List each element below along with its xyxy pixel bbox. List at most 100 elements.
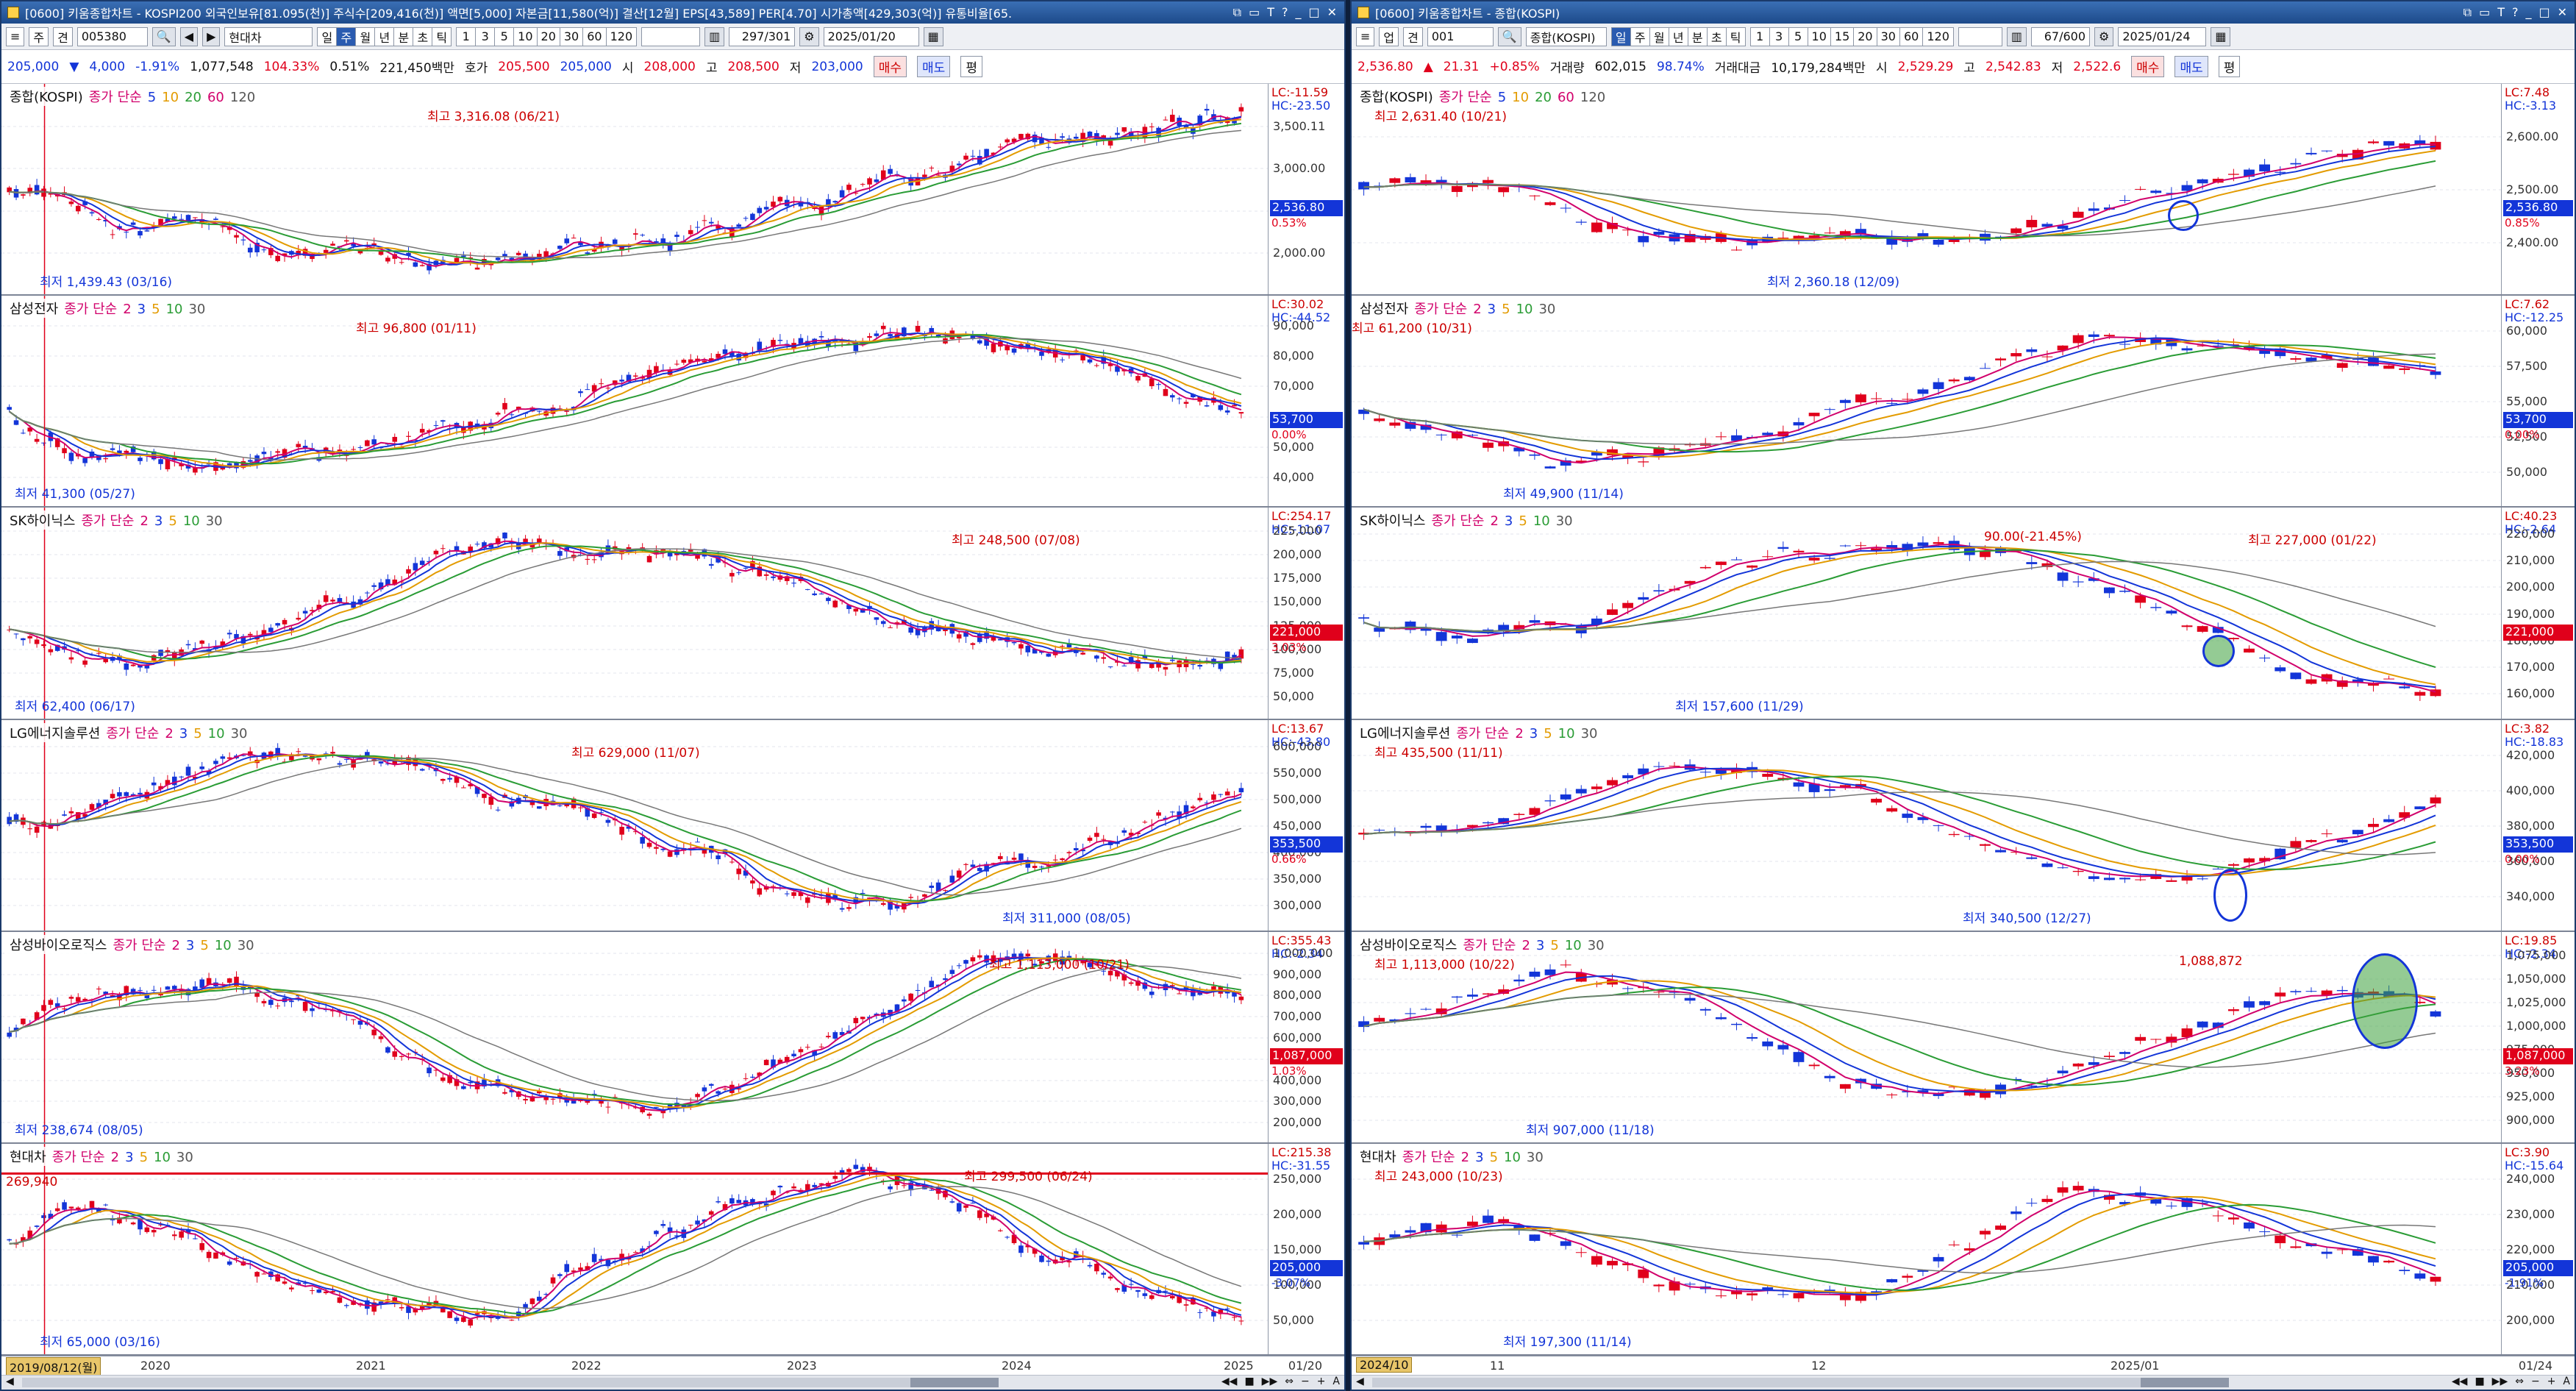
scroll-track[interactable] [22, 1378, 999, 1387]
bar-count-field[interactable]: 297/301 [729, 26, 796, 46]
interval-tab[interactable]: 15 [1830, 26, 1854, 46]
period-tab[interactable]: 틱 [432, 26, 452, 46]
candle-chart[interactable] [1352, 720, 2501, 932]
view-select[interactable]: 견 [1403, 26, 1423, 46]
menu-toggle-button[interactable]: ≡ [6, 26, 25, 46]
chart-panel[interactable]: SK하이닉스 종가 단순 2 3 5 10 30 최고 227,000 (01/22) 최저 1… [1352, 508, 2575, 720]
period-tab[interactable]: 분 [1687, 26, 1707, 46]
sell-button[interactable]: 매도 [917, 56, 951, 77]
calendar-icon[interactable]: ▦ [2211, 26, 2231, 46]
period-tab[interactable]: 년 [1668, 26, 1688, 46]
zoom-in-icon[interactable]: + [2547, 1376, 2556, 1387]
zoom-in-icon[interactable]: + [1317, 1376, 1326, 1387]
interval-input[interactable] [641, 26, 701, 46]
menu-toggle-button[interactable]: ≡ [1356, 26, 1375, 46]
help-icon[interactable]: T [2497, 5, 2505, 20]
period-tab[interactable]: 년 [374, 26, 394, 46]
price-axis[interactable]: LC:355.43 HC:-2.34 1,000,000 900,000 800,000… [1268, 932, 1344, 1142]
period-tab[interactable]: 틱 [1725, 26, 1746, 46]
interval-tab[interactable]: 60 [1899, 26, 1923, 46]
stock-code-input[interactable]: 005380 [76, 26, 148, 46]
period-tab[interactable]: 일 [317, 26, 337, 46]
interval-tab[interactable]: 30 [559, 26, 583, 46]
left-chart-panels[interactable]: 종합(KOSPI) 종가 단순 5 10 20 60 120 최고 3,316.08 (06/… [1, 84, 1344, 1356]
interval-input[interactable] [1958, 26, 2002, 46]
auto-scale-icon[interactable]: A [2563, 1376, 2570, 1387]
chart-panel[interactable]: 삼성바이오로직스 종가 단순 2 3 5 10 30 최고 1,113,000 (10/22)… [1352, 932, 2575, 1144]
chart-panel[interactable]: SK하이닉스 종가 단순 2 3 5 10 30 최고 248,500 (07/08) 최저 6… [1, 508, 1344, 720]
period-tab[interactable]: 월 [355, 26, 375, 46]
calendar-icon[interactable]: ▦ [923, 26, 943, 46]
scroll-right-icon[interactable]: ▶▶ [1262, 1376, 1278, 1387]
minimize-icon[interactable]: _ [2525, 5, 2531, 20]
interval-tab[interactable]: 60 [582, 26, 606, 46]
interval-tab[interactable]: 1 [1749, 26, 1769, 46]
chart-panel[interactable]: 종합(KOSPI) 종가 단순 5 10 20 60 120 최고 2,631.40 (10/… [1352, 84, 2575, 296]
help-icon[interactable]: T [1267, 5, 1274, 20]
bar-count-field[interactable]: 67/600 [2031, 26, 2090, 46]
scroll-thumb[interactable] [2141, 1378, 2229, 1387]
search-icon[interactable]: 🔍 [151, 26, 176, 46]
close-icon[interactable]: ✕ [2558, 5, 2567, 20]
period-tab[interactable]: 월 [1649, 26, 1669, 46]
period-tab[interactable]: 일 [1610, 26, 1630, 46]
price-axis[interactable]: LC:215.38 HC:-31.55 250,000 200,000 150,000 1… [1268, 1144, 1344, 1354]
chart-panel[interactable]: 종합(KOSPI) 종가 단순 5 10 20 60 120 최고 3,316.08 (06/… [1, 84, 1344, 296]
stock-name-field[interactable]: 현대차 [224, 26, 313, 46]
index-name-field[interactable]: 종합(KOSPI) [1525, 26, 1607, 46]
buy-button[interactable]: 매수 [873, 56, 907, 77]
interval-tab[interactable]: 5 [1788, 26, 1808, 46]
price-axis[interactable]: LC:7.62 HC:-12.25 60,000 57,500 55,000 52,500… [2501, 296, 2575, 506]
settings-icon[interactable]: ⚙ [799, 26, 819, 46]
settings-icon[interactable]: ⚙ [2094, 26, 2114, 46]
chart-panel[interactable]: 현대차 종가 단순 2 3 5 10 30 최고 243,000 (10/23) 최저 197,… [1352, 1144, 2575, 1356]
candle-chart[interactable] [1, 84, 1268, 296]
zoom-out-icon[interactable]: − [2531, 1376, 2540, 1387]
scroll-stop-icon[interactable]: ■ [1244, 1376, 1254, 1387]
price-axis[interactable]: LC:3.82 HC:-18.83 420,000 400,000 380,000 360… [2501, 720, 2575, 931]
mode-select[interactable]: 업 [1379, 26, 1399, 46]
interval-tab[interactable]: 5 [494, 26, 514, 46]
maximize-icon[interactable]: ▭ [1249, 5, 1260, 20]
chart-panel[interactable]: 현대차 종가 단순 2 3 5 10 30 269,940 최고 299,500 (06/24)… [1, 1144, 1344, 1356]
date-field[interactable]: 2025/01/20 [823, 26, 919, 46]
maximize-window-icon[interactable]: □ [1308, 5, 1319, 20]
period-tab[interactable]: 분 [393, 26, 413, 46]
right-chart-panels[interactable]: 종합(KOSPI) 종가 단순 5 10 20 60 120 최고 2,631.40 (10/… [1352, 84, 2575, 1356]
period-tab[interactable]: 주 [1630, 26, 1649, 46]
chart-type-icon[interactable]: ▥ [704, 26, 725, 46]
interval-tab[interactable]: 20 [1853, 26, 1877, 46]
scroll-stop-icon[interactable]: ■ [2475, 1376, 2484, 1387]
period-tab[interactable]: 초 [1706, 26, 1726, 46]
flat-button[interactable]: 평 [2218, 56, 2241, 77]
date-field[interactable]: 2025/01/24 [2118, 26, 2207, 46]
interval-tab[interactable]: 3 [475, 26, 495, 46]
zoom-fit-icon[interactable]: ⇔ [2515, 1376, 2524, 1387]
interval-tab[interactable]: 20 [536, 26, 560, 46]
scroll-first-icon[interactable]: ◀◀ [2452, 1376, 2468, 1387]
price-axis[interactable]: LC:19.85 HC:-2.34 1,075,000 1,050,000 1,025,… [2501, 932, 2575, 1142]
flat-button[interactable]: 평 [960, 56, 982, 77]
price-axis[interactable]: LC:7.48 HC:-3.13 2,600.00 2,500.00 2,400.00 2… [2501, 84, 2575, 294]
scroll-track[interactable] [1372, 1378, 2229, 1387]
candle-chart[interactable] [1, 296, 1268, 508]
index-code-input[interactable]: 001 [1427, 26, 1494, 46]
price-axis[interactable]: LC:13.67 HC:-43.80 600,000 550,000 500,000 45… [1268, 720, 1344, 931]
view-select[interactable]: 견 [53, 26, 73, 46]
left-scrollbar[interactable]: ◀ ◀◀ ■ ▶▶ ⇔ − + A [1, 1375, 1344, 1390]
period-tab[interactable]: 주 [336, 26, 356, 46]
interval-tab[interactable]: 120 [605, 26, 638, 46]
help-question-icon[interactable]: ? [2512, 5, 2519, 20]
chart-panel[interactable]: LG에너지솔루션 종가 단순 2 3 5 10 30 최고 435,500 (11/11) 최저… [1352, 720, 2575, 932]
candle-chart[interactable] [1352, 296, 2501, 508]
candle-chart[interactable] [1352, 1144, 2501, 1356]
candle-chart[interactable] [1352, 84, 2501, 296]
interval-tab[interactable]: 10 [1807, 26, 1830, 46]
period-tab[interactable]: 초 [413, 26, 432, 46]
price-axis[interactable]: LC:40.23 HC:-2.64 220,000 210,000 200,000 190… [2501, 508, 2575, 719]
zoom-out-icon[interactable]: − [1301, 1376, 1310, 1387]
interval-tab[interactable]: 1 [456, 26, 476, 46]
help-question-icon[interactable]: ? [1282, 5, 1288, 20]
interval-tab[interactable]: 30 [1876, 26, 1899, 46]
mode-select[interactable]: 주 [29, 26, 49, 46]
